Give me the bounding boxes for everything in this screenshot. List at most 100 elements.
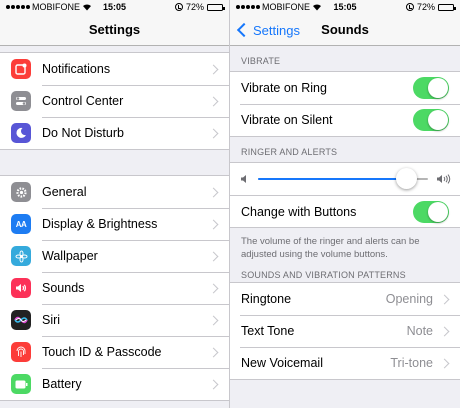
ringer-footnote: The volume of the ringer and alerts can … (241, 236, 420, 260)
chevron-right-icon (208, 96, 219, 106)
section-header-vibrate: VIBRATE (241, 56, 281, 66)
back-label: Settings (253, 22, 300, 38)
pattern-value: Note (406, 324, 433, 338)
volume-slider[interactable] (258, 168, 428, 189)
change-with-buttons-label: Change with Buttons (241, 204, 357, 219)
signal-icon (6, 5, 30, 9)
battery-indicator-icon (207, 3, 225, 11)
chevron-right-icon (439, 358, 450, 368)
chevron-right-icon (208, 315, 219, 325)
section-header-ringer: RINGER AND ALERTS (241, 147, 338, 157)
pattern-label: Text Tone (241, 324, 295, 338)
fingerprint-icon (11, 342, 31, 362)
app-screens: MOBIFONE 15:05 72% Settings Notification… (0, 0, 460, 408)
settings-group-1: Notifications Control Center Do Not Distur… (0, 52, 229, 150)
settings-item-label: Siri (42, 313, 61, 327)
battery-percent: 72% (185, 2, 204, 12)
volume-slider-row (230, 163, 460, 195)
control-center-icon (11, 91, 31, 111)
display-icon: AA (11, 214, 31, 234)
settings-item-general[interactable]: General (0, 176, 229, 208)
vibrate-label: Vibrate on Silent (241, 113, 333, 127)
siri-icon (11, 310, 31, 330)
vibrate-group: Vibrate on Ring Vibrate on Silent (230, 71, 460, 137)
page-title: Settings (88, 22, 141, 37)
settings-item-label: General (42, 185, 87, 199)
sounds-icon (11, 278, 31, 298)
status-bar: MOBIFONE 15:05 72% (0, 0, 229, 14)
settings-item-notifications[interactable]: Notifications (0, 53, 229, 85)
settings-item-label: Sounds (42, 281, 85, 295)
speaker-high-icon (436, 174, 452, 184)
vibrate-toggle[interactable] (413, 77, 449, 99)
carrier-name: MOBIFONE (262, 2, 311, 12)
chevron-right-icon (208, 219, 219, 229)
pattern-label: New Voicemail (241, 356, 323, 370)
back-button[interactable]: Settings (236, 14, 300, 46)
settings-item-label: Control Center (42, 94, 124, 108)
speaker-low-icon (240, 174, 250, 184)
ringer-group: Change with Buttons (230, 162, 460, 228)
navigation-bar: Settings Sounds (230, 14, 460, 46)
sounds-screen: MOBIFONE 15:05 72% Settings Sounds VIBRA… (230, 0, 460, 408)
navigation-bar: Settings (0, 14, 229, 46)
vibrate-label: Vibrate on Ring (241, 81, 327, 95)
settings-screen: MOBIFONE 15:05 72% Settings Notification… (0, 0, 230, 408)
change-with-buttons-row: Change with Buttons (230, 195, 460, 227)
pattern-row-new-voicemail[interactable]: New Voicemail Tri-tone (230, 347, 460, 379)
pattern-value: Tri-tone (390, 356, 433, 370)
settings-item-siri[interactable]: Siri (0, 304, 229, 336)
chevron-right-icon (208, 64, 219, 74)
settings-item-display-brightness[interactable]: AA Display & Brightness (0, 208, 229, 240)
patterns-group: Ringtone Opening Text Tone Note New Voicemai… (230, 282, 460, 380)
chevron-right-icon (208, 347, 219, 357)
chevron-right-icon (208, 251, 219, 261)
settings-group-2: General AA Display & Brightness Wallpaper So… (0, 175, 229, 401)
change-with-buttons-toggle[interactable] (413, 200, 449, 223)
notifications-icon (11, 59, 31, 79)
pattern-label: Ringtone (241, 292, 292, 306)
carrier: MOBIFONE (236, 2, 322, 12)
settings-item-label: Display & Brightness (42, 217, 158, 231)
settings-item-touch-id-passcode[interactable]: Touch ID & Passcode (0, 336, 229, 368)
pattern-row-ringtone[interactable]: Ringtone Opening (230, 283, 460, 315)
chevron-right-icon (208, 379, 219, 389)
settings-item-do-not-disturb[interactable]: Do Not Disturb (0, 117, 229, 149)
rotation-lock-icon (405, 3, 414, 11)
status-right: 72% (405, 2, 456, 12)
settings-item-label: Do Not Disturb (42, 126, 124, 140)
battery-icon (11, 374, 31, 394)
chevron-right-icon (208, 283, 219, 293)
do-not-disturb-icon (11, 123, 31, 143)
vibrate-row: Vibrate on Silent (230, 104, 460, 136)
pattern-row-text-tone[interactable]: Text Tone Note (230, 315, 460, 347)
carrier: MOBIFONE (6, 2, 92, 12)
status-right: 72% (174, 2, 225, 12)
battery-indicator-icon (438, 3, 456, 11)
chevron-right-icon (439, 294, 450, 304)
section-header-patterns: SOUNDS AND VIBRATION PATTERNS (241, 270, 406, 280)
chevron-right-icon (208, 187, 219, 197)
settings-item-label: Notifications (42, 62, 111, 76)
chevron-left-icon (236, 22, 252, 38)
chevron-right-icon (208, 128, 219, 138)
status-bar: MOBIFONE 15:05 72% (230, 0, 460, 14)
wifi-icon (313, 4, 322, 11)
volume-slider-fill (258, 178, 406, 180)
vibrate-toggle[interactable] (413, 109, 449, 131)
signal-icon (236, 5, 260, 9)
settings-item-control-center[interactable]: Control Center (0, 85, 229, 117)
chevron-right-icon (439, 326, 450, 336)
settings-item-battery[interactable]: Battery (0, 368, 229, 400)
wifi-icon (83, 4, 92, 11)
gear-icon (11, 182, 31, 202)
carrier-name: MOBIFONE (32, 2, 81, 12)
settings-item-label: Wallpaper (42, 249, 98, 263)
settings-item-wallpaper[interactable]: Wallpaper (0, 240, 229, 272)
vibrate-row: Vibrate on Ring (230, 72, 460, 104)
settings-item-label: Battery (42, 377, 82, 391)
pattern-value: Opening (385, 292, 433, 306)
settings-item-sounds[interactable]: Sounds (0, 272, 229, 304)
wallpaper-icon (11, 246, 31, 266)
volume-slider-thumb[interactable] (395, 168, 417, 189)
